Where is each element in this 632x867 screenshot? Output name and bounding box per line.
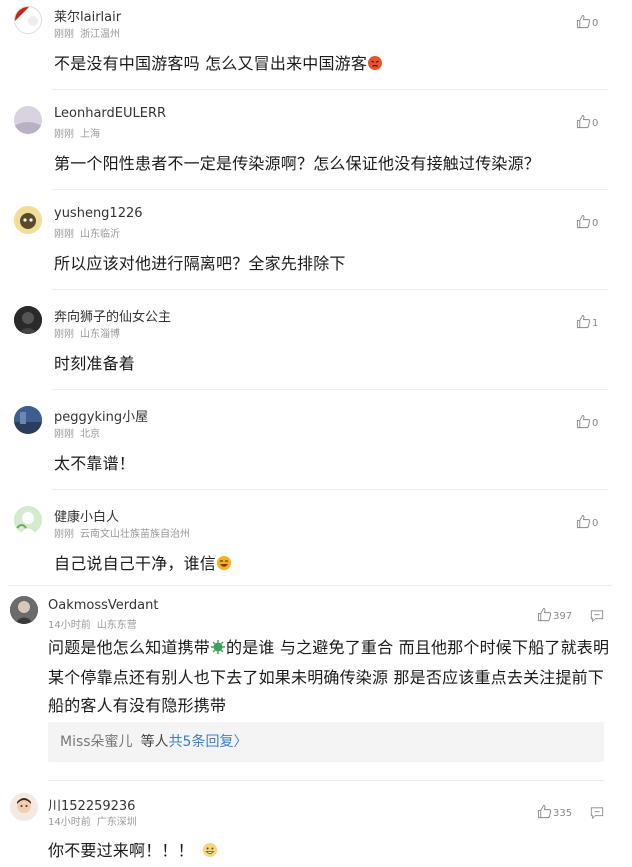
thumbs-up-icon: [576, 514, 591, 529]
thumbs-up-icon: [576, 414, 591, 429]
like-button[interactable]: 0: [576, 14, 598, 29]
comment-meta: 刚刚 浙江温州: [54, 25, 120, 40]
comment-text: 时刻准备着: [54, 354, 136, 373]
comment-meta: 14小时前 山东东营: [48, 616, 137, 631]
comment-bubble-icon[interactable]: [590, 805, 604, 824]
avatar[interactable]: [14, 106, 42, 134]
comment-location: 北京: [80, 429, 100, 440]
comment-meta: 刚刚 山东淄博: [54, 325, 120, 340]
comment-text: 你不要过来啊！！！: [48, 837, 218, 862]
comment-text: 不是没有中国游客吗 怎么又冒出来中国游客: [54, 50, 383, 75]
like-count: 1: [592, 318, 599, 329]
comment-text-part: 问题是他怎么知道携带: [48, 638, 211, 657]
reply-label: 等人: [140, 734, 169, 750]
like-count: 0: [592, 218, 599, 229]
laughing-face-icon: [216, 555, 232, 575]
avatar[interactable]: [14, 506, 42, 534]
angry-face-icon: [367, 55, 383, 75]
avatar[interactable]: [10, 596, 38, 624]
reply-username[interactable]: Miss朵蜜儿: [60, 734, 133, 750]
comment-text-content: 你不要过来啊！！！: [48, 841, 194, 860]
comment-time: 14小时前: [48, 620, 91, 631]
comment-time: 刚刚: [54, 129, 74, 140]
divider: [52, 89, 608, 90]
comment-location: 浙江温州: [80, 29, 120, 40]
username[interactable]: yusheng1226: [54, 206, 143, 221]
comment-text-content: 不是没有中国游客吗 怎么又冒出来中国游客: [54, 54, 368, 73]
like-button[interactable]: 0: [576, 114, 598, 129]
comment-location: 山东东营: [96, 620, 137, 631]
comment-time: 刚刚: [54, 29, 74, 40]
comment-time: 刚刚: [54, 429, 74, 440]
like-count: 0: [592, 118, 599, 129]
like-button[interactable]: 0: [576, 214, 598, 229]
username[interactable]: 莱尔lairlair: [54, 6, 121, 25]
username[interactable]: 健康小白人: [54, 506, 119, 525]
comment-text: 第一个阳性患者不一定是传染源啊？怎么保证他没有接触过传染源？: [54, 154, 541, 173]
thumbs-up-icon: [537, 607, 552, 622]
thumbs-up-icon: [576, 214, 591, 229]
username[interactable]: LeonhardEULERR: [54, 106, 166, 121]
comment-text-content: 自己说自己干净，谁信: [54, 554, 217, 573]
thumbs-up-icon: [537, 804, 552, 819]
comment-location: 云南文山壮族苗族自治州: [80, 529, 190, 540]
divider: [8, 585, 612, 586]
like-count: 397: [553, 611, 573, 622]
avatar[interactable]: [14, 206, 42, 234]
thumbs-up-icon: [576, 314, 591, 329]
divider: [52, 389, 608, 390]
comment-meta: 14小时前 广东深圳: [48, 813, 137, 828]
comment-meta: 刚刚 北京: [54, 425, 100, 440]
like-button[interactable]: 335: [537, 804, 572, 819]
comment-time: 14小时前: [48, 817, 91, 828]
chevron-right-icon: 〉: [233, 734, 248, 750]
avatar[interactable]: [14, 406, 42, 434]
comment-text: 问题是他怎么知道携带 的是谁 与之避免了重合 而且他那个时候下船了就表明某个停靠点…: [48, 634, 610, 720]
comment-location: 山东临沂: [80, 229, 120, 240]
comment-meta: 刚刚 上海: [54, 125, 100, 140]
thumbs-up-icon: [576, 114, 591, 129]
comment-location: 山东淄博: [80, 329, 120, 340]
comment-meta: 刚刚 山东临沂: [54, 225, 120, 240]
like-count: 335: [553, 808, 573, 819]
divider: [52, 489, 608, 490]
comment-text: 自己说自己干净，谁信: [54, 550, 232, 575]
comment-bubble-icon[interactable]: [590, 608, 604, 627]
thumbs-up-icon: [576, 14, 591, 29]
username[interactable]: 奔向狮子的仙女公主: [54, 306, 171, 325]
avatar[interactable]: [14, 306, 42, 334]
username[interactable]: OakmossVerdant: [48, 598, 158, 613]
like-button[interactable]: 0: [576, 414, 598, 429]
avatar[interactable]: [14, 6, 42, 34]
comment-location: 上海: [80, 129, 100, 140]
like-button[interactable]: 1: [576, 314, 598, 329]
comment-time: 刚刚: [54, 529, 74, 540]
comment-time: 刚刚: [54, 329, 74, 340]
divider: [52, 189, 608, 190]
comment-text: 所以应该对他进行隔离吧？全家先排除下: [54, 254, 346, 273]
like-button[interactable]: 0: [576, 514, 598, 529]
divider: [48, 780, 604, 781]
like-button[interactable]: 397: [537, 607, 572, 622]
reply-preview[interactable]: Miss朵蜜儿 等人共5条回复〉: [48, 722, 604, 762]
comment-location: 广东深圳: [96, 817, 137, 828]
comment-time: 刚刚: [54, 229, 74, 240]
grinning-face-icon: [202, 842, 218, 862]
comment-text: 太不靠谱！: [54, 454, 136, 473]
virus-icon: [210, 636, 226, 664]
divider: [52, 289, 608, 290]
like-count: 0: [592, 518, 599, 529]
avatar[interactable]: [10, 793, 38, 821]
username[interactable]: peggyking小屋: [54, 406, 148, 425]
view-replies-link[interactable]: 共5条回复: [169, 734, 234, 750]
like-count: 0: [592, 18, 599, 29]
username[interactable]: 川152259236: [48, 795, 135, 814]
comment-meta: 刚刚 云南文山壮族苗族自治州: [54, 525, 190, 540]
like-count: 0: [592, 418, 599, 429]
